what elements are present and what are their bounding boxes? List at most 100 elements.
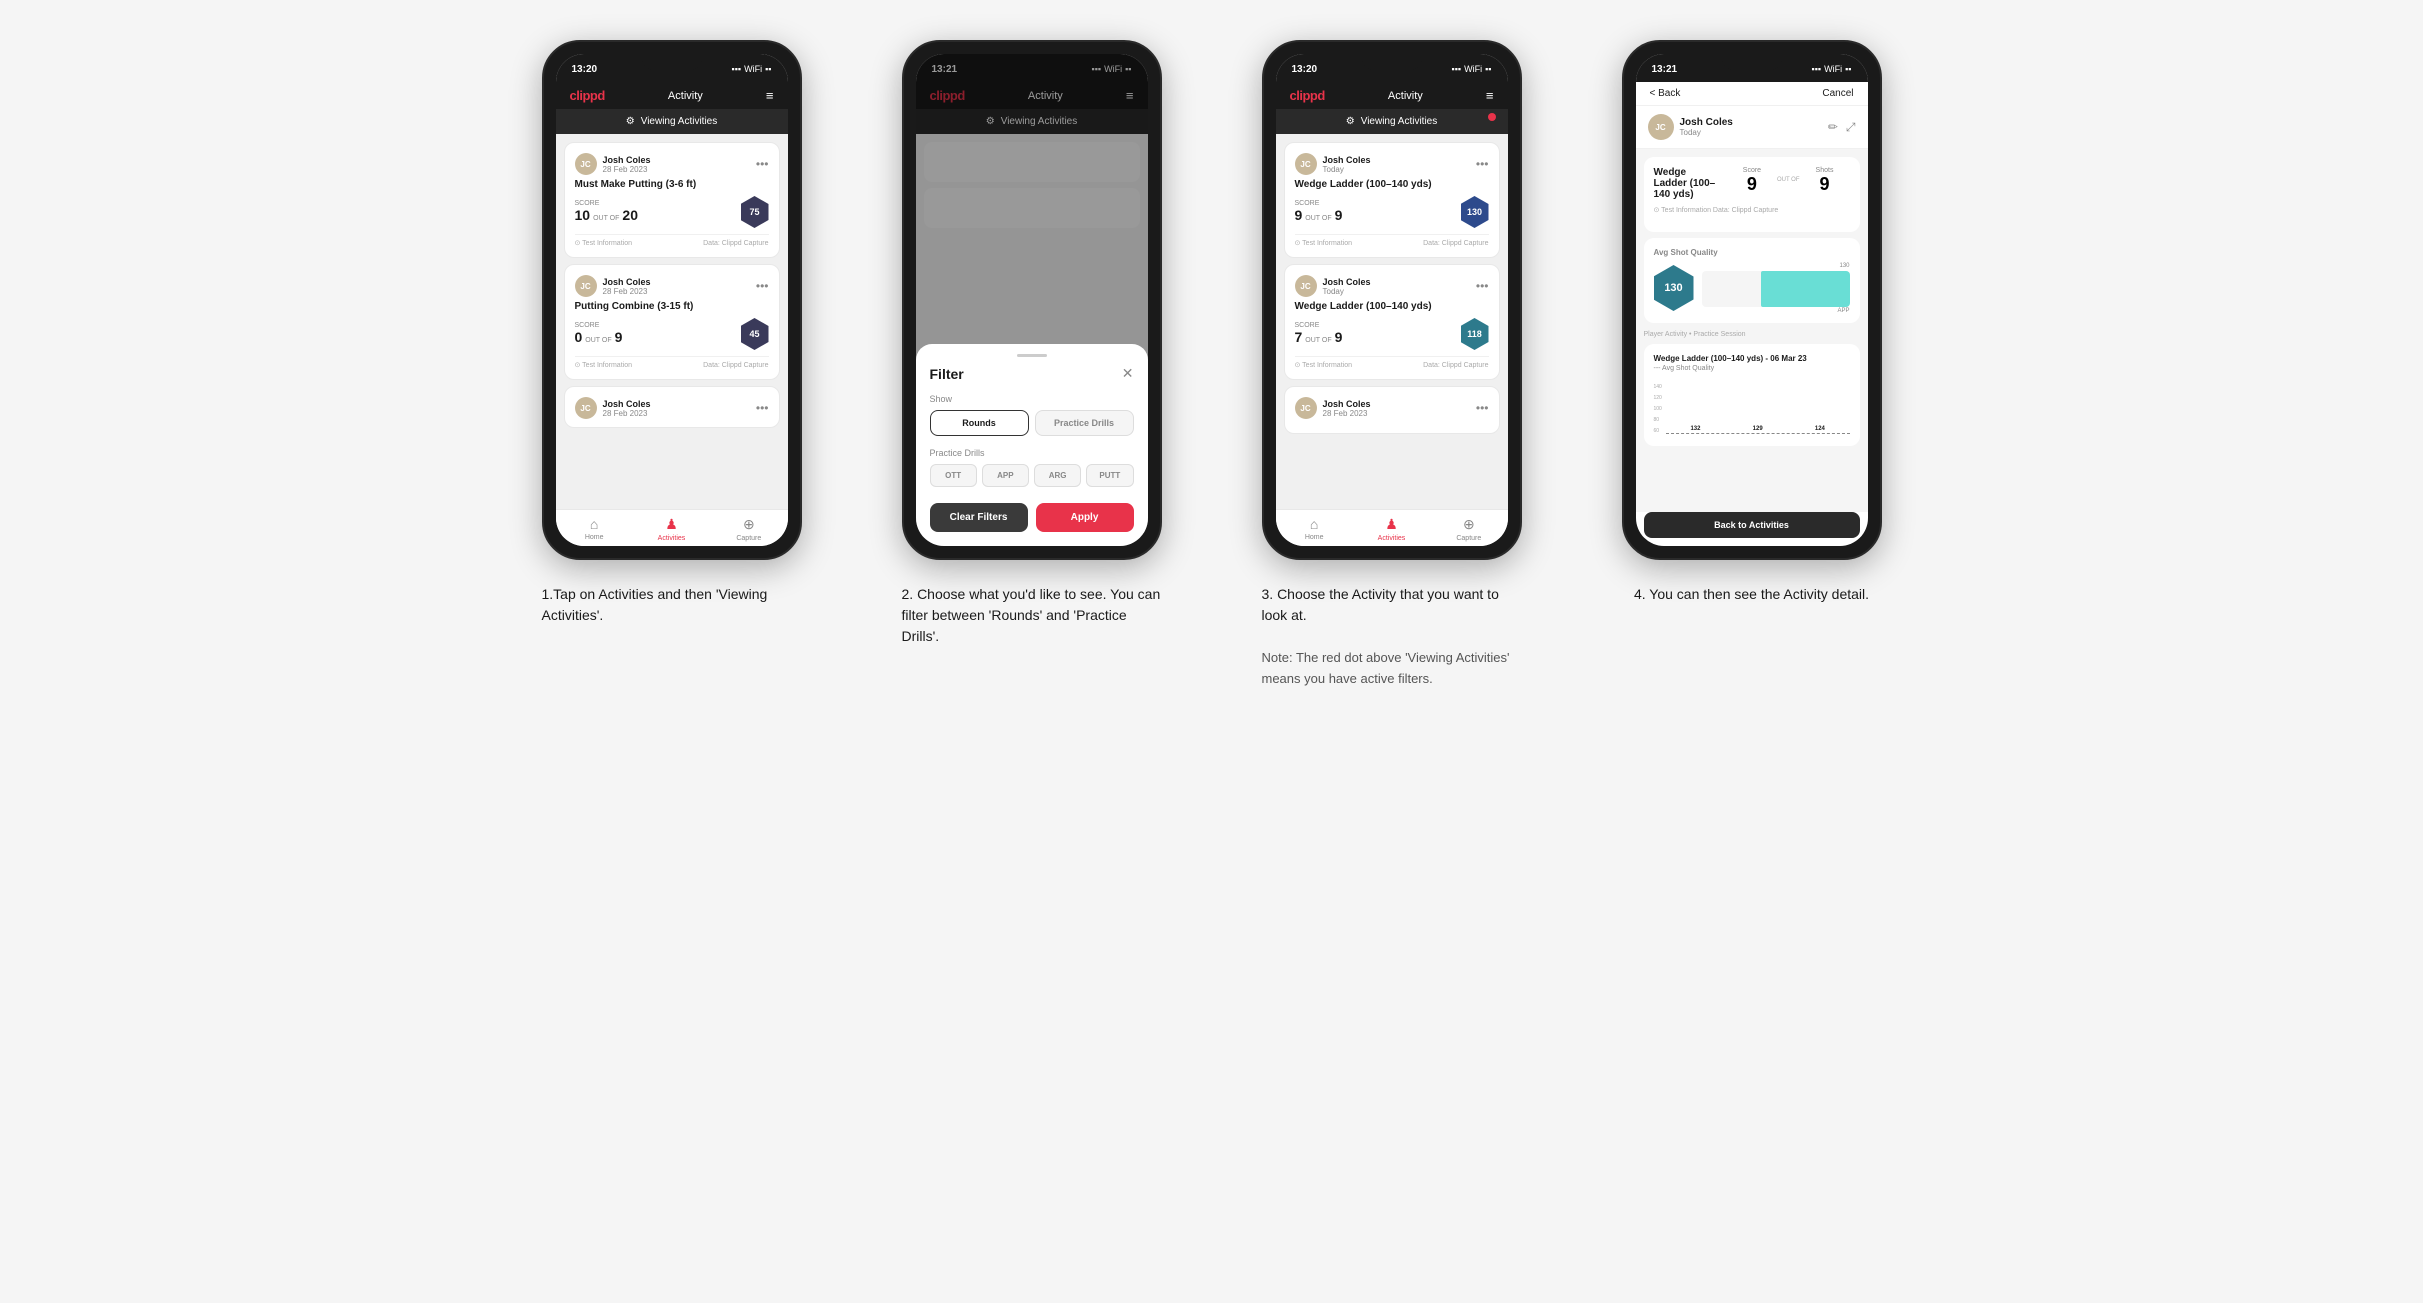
stats-inline-1-1: 10 OUT OF 20 [575, 207, 638, 224]
nav-home-3[interactable]: ⌂ Home [1276, 516, 1353, 542]
expand-icon[interactable]: ⤢ [1846, 120, 1856, 135]
score-value-3-2: 7 [1295, 329, 1303, 346]
score-label-1-2: Score [575, 322, 623, 329]
detail-content: Wedge Ladder (100–140 yds) Score 9 OUT O… [1636, 149, 1868, 512]
home-label-3: Home [1305, 534, 1324, 541]
drill-ott[interactable]: OTT [930, 464, 977, 487]
stats-inline-3-2: 7 OUT OF 9 [1295, 329, 1343, 346]
app-logo-3: clippd [1290, 88, 1325, 103]
card-dots-1-2[interactable]: ••• [756, 280, 769, 292]
card-user-1-1: JC Josh Coles 28 Feb 2023 [575, 153, 651, 175]
mini-chart [1702, 271, 1850, 307]
score-value-1-2: 0 [575, 329, 583, 346]
phone-column-1: 13:20 ▪▪▪ WiFi ▪▪ clippd Activity ≡ [512, 40, 832, 689]
menu-icon-1[interactable]: ≡ [766, 88, 774, 103]
nav-activities-3[interactable]: ♟ Activities [1353, 516, 1430, 542]
bottom-nav-1: ⌂ Home ♟ Activities ⊕ Capture [556, 509, 788, 546]
activity-card-1-3[interactable]: JC Josh Coles 28 Feb 2023 ••• [564, 386, 780, 428]
drills-label: Practice Drills [930, 448, 1134, 458]
drill-app[interactable]: APP [982, 464, 1029, 487]
status-bar-4: 13:21 ▪▪▪ WiFi ▪▪ [1636, 54, 1868, 82]
activity-card-1-1[interactable]: JC Josh Coles 28 Feb 2023 ••• Must Make … [564, 142, 780, 258]
shots-col-label: Shots [1816, 167, 1834, 174]
desc-4: 4. You can then see the Activity detail. [1634, 584, 1869, 605]
edit-icon[interactable]: ✏ [1828, 120, 1838, 135]
user-name-3-2: Josh Coles [1323, 277, 1371, 287]
back-to-activities-button[interactable]: Back to Activities [1644, 512, 1860, 538]
filter-action-row: Clear Filters Apply [930, 503, 1134, 532]
phone-1: 13:20 ▪▪▪ WiFi ▪▪ clippd Activity ≡ [542, 40, 802, 560]
active-filter-dot [1488, 113, 1496, 121]
filter-handle [1017, 354, 1047, 357]
card-title-3-2: Wedge Ladder (100–140 yds) [1295, 301, 1489, 312]
footer-left-1-1: ⊙ Test Information [575, 239, 632, 247]
practice-drills-toggle[interactable]: Practice Drills [1035, 410, 1134, 436]
chart-val-label: 130 [1839, 263, 1849, 269]
page-container: 13:20 ▪▪▪ WiFi ▪▪ clippd Activity ≡ [512, 40, 1912, 689]
out-of-label: OUT OF [1777, 177, 1800, 183]
chart-x-label: APP [1702, 308, 1850, 314]
card-header-3-3: JC Josh Coles 28 Feb 2023 ••• [1295, 397, 1489, 419]
card-header-3-1: JC Josh Coles Today ••• [1295, 153, 1489, 175]
phone-content-3: JC Josh Coles Today ••• Wedge Ladder (10… [1276, 134, 1508, 509]
shots-num: 9 [1819, 174, 1829, 195]
footer-right-3-1: Data: Clippd Capture [1423, 240, 1488, 247]
drill-arg[interactable]: ARG [1034, 464, 1081, 487]
footer-left-1-2: ⊙ Test Information [575, 361, 632, 369]
home-icon-3: ⌂ [1310, 516, 1318, 532]
card-dots-1-3[interactable]: ••• [756, 402, 769, 414]
activity-card-3-2[interactable]: JC Josh Coles Today ••• Wedge Ladder (10… [1284, 264, 1500, 380]
back-button[interactable]: < Back [1650, 88, 1681, 99]
card-header-1-2: JC Josh Coles 28 Feb 2023 ••• [575, 275, 769, 297]
shots-value-3-1: 9 [1335, 207, 1343, 224]
status-time-4: 13:21 [1652, 64, 1678, 75]
wifi-icon-3: WiFi [1464, 64, 1482, 74]
filter-banner-text-3: Viewing Activities [1361, 116, 1438, 127]
signal-icon-3: ▪▪▪ [1452, 64, 1462, 74]
apply-button[interactable]: Apply [1036, 503, 1134, 532]
filter-icon-3: ⚙ [1346, 116, 1355, 127]
activity-card-1-2[interactable]: JC Josh Coles 28 Feb 2023 ••• Putting Co… [564, 264, 780, 380]
info-row: ⊙ Test Information Data: Clippd Capture [1654, 206, 1850, 214]
card-title-1-1: Must Make Putting (3-6 ft) [575, 179, 769, 190]
status-bar-3: 13:20 ▪▪▪ WiFi ▪▪ [1276, 54, 1508, 82]
detail-header: < Back Cancel [1636, 82, 1868, 106]
nav-capture-3[interactable]: ⊕ Capture [1430, 516, 1507, 542]
nav-activities-1[interactable]: ♟ Activities [633, 516, 710, 542]
filter-banner-3[interactable]: ⚙ Viewing Activities [1276, 109, 1508, 134]
card-user-3-3: JC Josh Coles 28 Feb 2023 [1295, 397, 1371, 419]
battery-icon-3: ▪▪ [1485, 64, 1491, 74]
activity-card-3-3[interactable]: JC Josh Coles 28 Feb 2023 ••• [1284, 386, 1500, 434]
card-footer-3-2: ⊙ Test Information Data: Clippd Capture [1295, 356, 1489, 369]
card-dots-3-1[interactable]: ••• [1476, 158, 1489, 170]
nav-home-1[interactable]: ⌂ Home [556, 516, 633, 542]
card-header-1-3: JC Josh Coles 28 Feb 2023 ••• [575, 397, 769, 419]
filter-toggle-row: Rounds Practice Drills [930, 410, 1134, 436]
rounds-toggle[interactable]: Rounds [930, 410, 1029, 436]
app-header-title-1: Activity [668, 90, 703, 102]
detail-avatar: JC [1648, 114, 1674, 140]
detail-user-row: JC Josh Coles Today ✏ ⤢ [1636, 106, 1868, 149]
filter-banner-1[interactable]: ⚙ Viewing Activities [556, 109, 788, 134]
user-date-3-1: Today [1323, 165, 1371, 174]
score-label-1-1: Score [575, 200, 638, 207]
shot-quality-1-2: 45 [741, 318, 769, 350]
clear-filters-button[interactable]: Clear Filters [930, 503, 1028, 532]
detail-user-text: Josh Coles Today [1680, 117, 1733, 137]
card-user-3-2: JC Josh Coles Today [1295, 275, 1371, 297]
menu-icon-3[interactable]: ≡ [1486, 88, 1494, 103]
card-dots-3-3[interactable]: ••• [1476, 402, 1489, 414]
score-value-1-1: 10 [575, 207, 591, 224]
card-dots-1-1[interactable]: ••• [756, 158, 769, 170]
bar-chart-container: 140 120 100 80 60 [1654, 378, 1850, 434]
notch-1 [642, 54, 702, 70]
filter-close-button[interactable]: ✕ [1122, 365, 1134, 382]
nav-capture-1[interactable]: ⊕ Capture [710, 516, 787, 542]
avatar-1-1: JC [575, 153, 597, 175]
chart-top-label: 130 [1702, 263, 1850, 269]
activity-card-3-1[interactable]: JC Josh Coles Today ••• Wedge Ladder (10… [1284, 142, 1500, 258]
cancel-button[interactable]: Cancel [1822, 88, 1853, 99]
reference-line [1666, 433, 1850, 434]
card-dots-3-2[interactable]: ••• [1476, 280, 1489, 292]
drill-putt[interactable]: PUTT [1086, 464, 1133, 487]
